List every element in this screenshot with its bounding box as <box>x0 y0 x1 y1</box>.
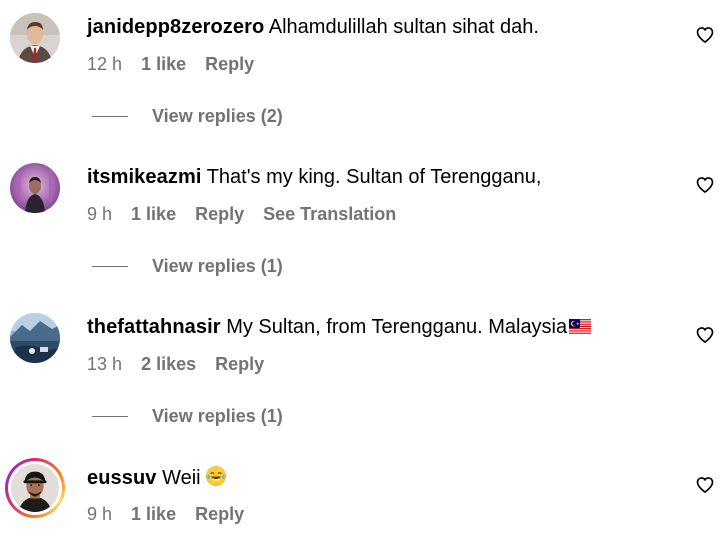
comment-text-line: janidepp8zerozero Alhamdulillah sultan s… <box>87 15 539 39</box>
likes-count[interactable]: 1 like <box>141 54 186 74</box>
comment-text-line: thefattahnasir My Sultan, from Terenggan… <box>87 315 592 339</box>
username[interactable]: janidepp8zerozero <box>87 16 264 38</box>
comment-body: Alhamdulillah sultan sihat dah. <box>268 16 539 38</box>
see-translation-button[interactable]: See Translation <box>263 204 396 224</box>
avatar[interactable] <box>10 13 60 63</box>
divider-line <box>92 115 128 117</box>
timestamp[interactable]: 13 h <box>87 354 122 374</box>
avatar-ring-inner <box>8 461 62 515</box>
timestamp[interactable]: 12 h <box>87 54 122 74</box>
heart-icon[interactable] <box>695 475 715 495</box>
view-replies-button[interactable]: View replies (2) <box>92 105 283 127</box>
likes-count[interactable]: 2 likes <box>141 354 196 374</box>
view-replies-label: View replies (1) <box>152 405 283 426</box>
laughing-tears-emoji-icon <box>205 466 226 486</box>
comment-body: That's my king. Sultan of Terengganu, <box>206 166 542 188</box>
view-replies-button[interactable]: View replies (1) <box>92 255 283 277</box>
divider-line <box>92 265 128 267</box>
likes-count[interactable]: 1 like <box>131 504 176 524</box>
avatar-landscape-icon <box>10 313 60 363</box>
view-replies-label: View replies (2) <box>152 105 283 126</box>
avatar-cap-man-icon <box>11 464 59 512</box>
reply-button[interactable]: Reply <box>195 204 244 224</box>
heart-icon[interactable] <box>695 325 715 345</box>
comment-meta: 13 h 2 likes Reply <box>87 353 278 375</box>
username[interactable]: eussuv <box>87 467 157 489</box>
comment-meta: 12 h 1 like Reply <box>87 53 268 75</box>
likes-count[interactable]: 1 like <box>131 204 176 224</box>
heart-icon[interactable] <box>695 25 715 45</box>
malaysia-flag-icon <box>569 319 592 335</box>
avatar-suit-man-icon <box>10 13 60 63</box>
username[interactable]: thefattahnasir <box>87 316 221 338</box>
comment-body: My Sultan, from Terengganu. Malaysia <box>226 316 568 338</box>
avatar-person-purple-icon <box>10 163 60 213</box>
comment-body: Weii <box>162 467 201 489</box>
comment-meta: 9 h 1 like Reply See Translation <box>87 203 410 225</box>
timestamp[interactable]: 9 h <box>87 204 112 224</box>
avatar[interactable] <box>10 313 60 363</box>
avatar[interactable] <box>10 163 60 213</box>
username[interactable]: itsmikeazmi <box>87 166 202 188</box>
avatar <box>11 464 59 512</box>
timestamp[interactable]: 9 h <box>87 504 112 524</box>
avatar-story-ring[interactable] <box>5 458 65 518</box>
view-replies-button[interactable]: View replies (1) <box>92 405 283 427</box>
divider-line <box>92 415 128 417</box>
comment-text-line: itsmikeazmi That's my king. Sultan of Te… <box>87 165 541 189</box>
comment-text-line: eussuv Weii <box>87 465 227 490</box>
reply-button[interactable]: Reply <box>205 54 254 74</box>
heart-icon[interactable] <box>695 175 715 195</box>
comment-meta: 9 h 1 like Reply <box>87 503 258 525</box>
reply-button[interactable]: Reply <box>195 504 244 524</box>
reply-button[interactable]: Reply <box>215 354 264 374</box>
view-replies-label: View replies (1) <box>152 255 283 276</box>
